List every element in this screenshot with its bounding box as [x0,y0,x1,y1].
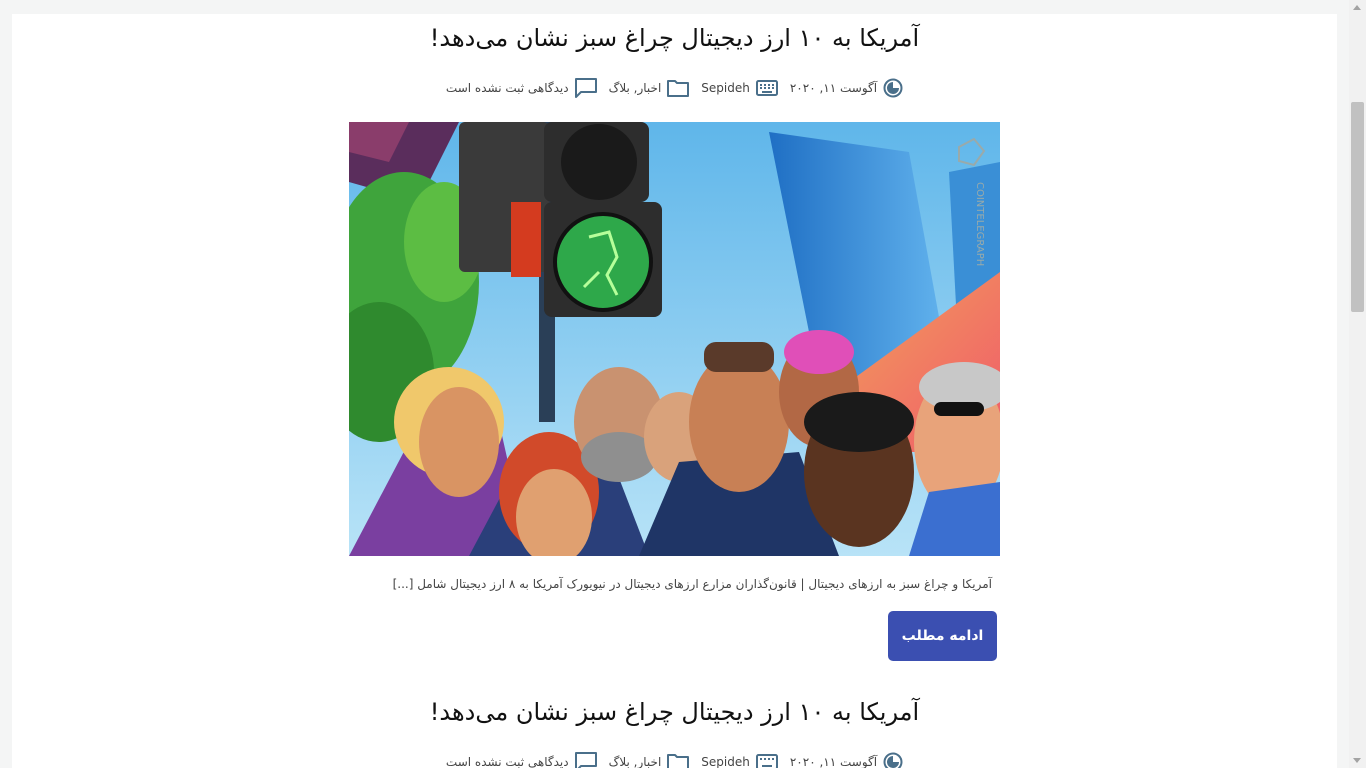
comment-icon [574,752,597,768]
meta-date-text: آگوست ۱۱, ۲۰۲۰ [789,81,878,95]
post-title[interactable]: آمریکا به ۱۰ ارز دیجیتال چراغ سبز نشان م… [12,698,1337,726]
scroll-up-icon[interactable] [1353,5,1361,10]
meta-date[interactable]: آگوست ۱۱, ۲۰۲۰ [790,752,903,768]
scroll-down-icon[interactable] [1353,758,1361,763]
scroll-thumb[interactable] [1351,102,1364,312]
meta-comments[interactable]: دیدگاهی ثبت نشده است [446,752,597,768]
folder-icon [667,80,690,97]
post-meta: آگوست ۱۱, ۲۰۲۰ Sepideh اخبار, بلاگ دیدگا… [12,78,1337,98]
image-watermark: COINTELEGRAPH [974,182,985,266]
read-more-button[interactable]: ادامه مطلب [888,611,997,661]
meta-comments-text: دیدگاهی ثبت نشده است [445,81,569,95]
meta-author[interactable]: Sepideh [701,754,778,768]
post-excerpt: آمریکا و چراغ سبز به ارزهای دیجیتال | قا… [392,577,992,591]
clock-icon [883,752,903,768]
post-meta: آگوست ۱۱, ۲۰۲۰ Sepideh اخبار, بلاگ دیدگا… [12,752,1337,768]
meta-categories-text: اخبار, بلاگ [608,755,662,768]
meta-categories[interactable]: اخبار, بلاگ [609,753,690,768]
meta-author-text: Sepideh [701,755,750,768]
keyboard-icon [755,80,778,96]
comment-icon [574,78,597,98]
keyboard-icon [755,754,778,768]
vertical-scrollbar[interactable] [1349,0,1366,768]
meta-categories[interactable]: اخبار, بلاگ [609,79,690,97]
meta-date-text: آگوست ۱۱, ۲۰۲۰ [789,755,878,768]
meta-date[interactable]: آگوست ۱۱, ۲۰۲۰ [790,78,903,98]
meta-comments[interactable]: دیدگاهی ثبت نشده است [446,78,597,98]
clock-icon [883,78,903,98]
meta-comments-text: دیدگاهی ثبت نشده است [445,755,569,768]
meta-categories-text: اخبار, بلاگ [608,81,662,95]
post-title[interactable]: آمریکا به ۱۰ ارز دیجیتال چراغ سبز نشان م… [12,24,1337,52]
meta-author[interactable]: Sepideh [701,80,778,96]
folder-icon [667,754,690,768]
featured-image[interactable]: COINTELEGRAPH [349,122,1000,556]
meta-author-text: Sepideh [701,81,750,95]
page: آمریکا به ۱۰ ارز دیجیتال چراغ سبز نشان م… [12,14,1337,768]
